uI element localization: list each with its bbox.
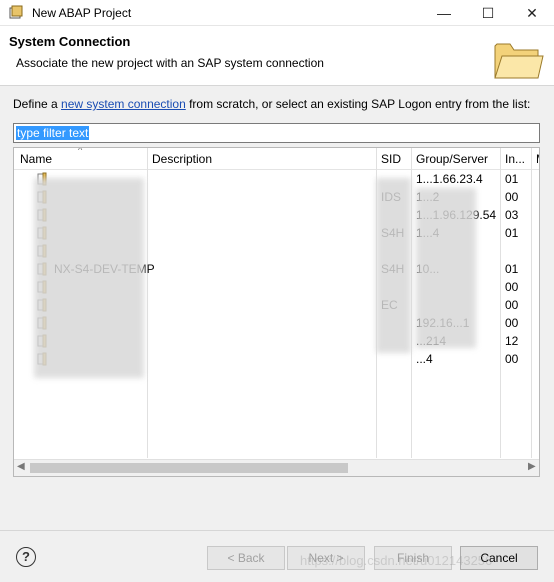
folder-icon	[494, 43, 544, 79]
filter-text: type filter text	[16, 126, 90, 140]
row-instance: 01	[505, 262, 519, 276]
redacted-region	[34, 178, 144, 378]
column-header-name[interactable]: Name	[20, 152, 52, 166]
window-title: New ABAP Project	[32, 6, 132, 20]
column-header-instance[interactable]: In...	[505, 152, 525, 166]
column-header-sid[interactable]: SID	[381, 152, 401, 166]
row-instance: 01	[505, 226, 519, 240]
row-instance: 00	[505, 190, 519, 204]
watermark: https://blog.csdn.net/u012143256	[300, 553, 493, 568]
scroll-left-icon[interactable]: ◀	[17, 461, 25, 472]
app-icon	[9, 5, 23, 19]
scrollbar-thumb[interactable]	[30, 463, 348, 473]
close-button[interactable]: ✕	[510, 0, 554, 26]
help-icon[interactable]: ?	[16, 547, 36, 567]
column-header-more[interactable]: M	[536, 152, 539, 166]
sort-ascending-icon: ^	[78, 147, 83, 155]
row-server: 1...1.66.23.4	[416, 172, 483, 186]
maximize-button[interactable]: ☐	[466, 0, 510, 26]
back-button[interactable]: < Back	[207, 546, 285, 570]
row-instance: 12	[505, 334, 519, 348]
wizard-header: System Connection Associate the new proj…	[0, 26, 554, 86]
row-server: ...4	[416, 352, 433, 366]
new-system-connection-link[interactable]: new system connection	[61, 97, 186, 111]
filter-input[interactable]: type filter text	[13, 123, 540, 143]
system-table[interactable]: Name ^ Description SID Group/Server In..…	[13, 147, 540, 477]
horizontal-scrollbar[interactable]: ◀ ▶	[14, 459, 539, 476]
intro-prefix: Define a	[13, 97, 62, 111]
column-header-server[interactable]: Group/Server	[416, 152, 488, 166]
row-instance: 00	[505, 316, 519, 330]
intro-suffix: from scratch, or select an existing SAP …	[185, 97, 531, 111]
intro-text: Define a new system connection from scra…	[13, 97, 530, 111]
title-bar: New ABAP Project — ☐ ✕	[0, 0, 554, 26]
redacted-region	[416, 188, 476, 348]
minimize-button[interactable]: —	[422, 0, 466, 26]
redacted-region	[376, 178, 411, 353]
row-instance: 00	[505, 352, 519, 366]
page-title: System Connection	[9, 34, 131, 49]
page-description: Associate the new project with an SAP sy…	[16, 56, 324, 70]
wizard-footer: ? < Back Next > Finish Cancel https://bl…	[0, 530, 554, 582]
row-instance: 03	[505, 208, 519, 222]
row-instance: 00	[505, 280, 519, 294]
scroll-right-icon[interactable]: ▶	[528, 461, 536, 472]
table-header: Name ^ Description SID Group/Server In..…	[14, 148, 539, 170]
column-header-description[interactable]: Description	[152, 152, 212, 166]
row-instance: 00	[505, 298, 519, 312]
row-instance: 01	[505, 172, 519, 186]
